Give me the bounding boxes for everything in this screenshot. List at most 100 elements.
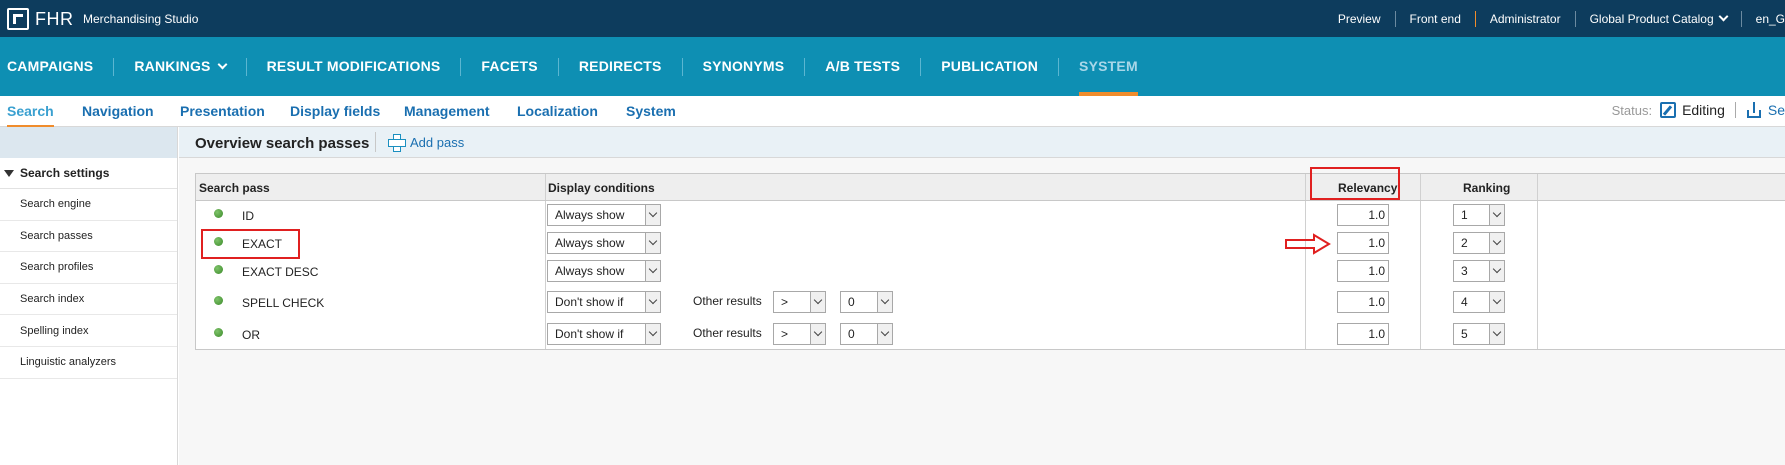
administrator-link[interactable]: Administrator	[1476, 12, 1575, 26]
status-dot-icon	[214, 209, 223, 218]
preview-link[interactable]: Preview	[1324, 12, 1395, 26]
chevron-down-icon	[1489, 261, 1504, 281]
nav-ab-tests[interactable]: A/B TESTS	[805, 37, 920, 96]
tab-management[interactable]: Management	[404, 103, 490, 119]
ranking-select[interactable]: 1	[1453, 204, 1505, 226]
operator-select[interactable]: >	[773, 291, 826, 313]
table-row: OR Don't show if Other results >0 1.0 5	[196, 317, 1785, 349]
nav-system[interactable]: SYSTEM	[1059, 37, 1158, 96]
sidebar: Search settings Search engine Search pas…	[0, 127, 178, 465]
display-condition-value: Always show	[555, 264, 625, 278]
search-pass-name: SPELL CHECK	[242, 296, 325, 310]
status-label: Status:	[1611, 102, 1653, 118]
sidebar-section-label: Search settings	[20, 166, 110, 180]
display-condition-select[interactable]: Don't show if	[547, 323, 661, 345]
locale-dropdown[interactable]: en_G	[1742, 12, 1785, 26]
tab-search[interactable]: Search	[7, 103, 54, 128]
chevron-down-icon	[877, 324, 892, 344]
nav-rankings-label: RANKINGS	[134, 58, 211, 74]
status-dot-icon	[214, 296, 223, 305]
catalog-label: Global Product Catalog	[1589, 11, 1714, 26]
nav-rankings[interactable]: RANKINGS	[114, 37, 245, 96]
display-condition-value: Don't show if	[555, 295, 624, 309]
relevancy-input[interactable]: 1.0	[1337, 291, 1389, 313]
chevron-down-icon	[877, 292, 892, 312]
status-area: Status: Editing Se	[1612, 102, 1785, 118]
nav-redirects[interactable]: REDIRECTS	[559, 37, 682, 96]
sidebar-item-search-index[interactable]: Search index	[0, 284, 177, 316]
tab-system[interactable]: System	[626, 103, 676, 119]
nav-facets[interactable]: FACETS	[461, 37, 557, 96]
nav-publication[interactable]: PUBLICATION	[921, 37, 1058, 96]
add-pass-label: Add pass	[410, 134, 465, 150]
operator-value: >	[781, 327, 789, 341]
nav-campaigns[interactable]: CAMPAIGNS	[0, 37, 113, 96]
tab-display-fields[interactable]: Display fields	[290, 103, 380, 119]
ranking-select[interactable]: 5	[1453, 323, 1505, 345]
ranking-select[interactable]: 3	[1453, 260, 1505, 282]
display-condition-select[interactable]: Don't show if	[547, 291, 661, 313]
operator-select[interactable]: >	[773, 323, 826, 345]
table-header: Search pass Display conditions Relevancy…	[196, 174, 1785, 201]
ranking-select[interactable]: 4	[1453, 291, 1505, 313]
threshold-value: 0	[848, 327, 855, 341]
tab-navigation[interactable]: Navigation	[82, 103, 154, 119]
ranking-select[interactable]: 2	[1453, 232, 1505, 254]
relevancy-input[interactable]: 1.0	[1337, 323, 1389, 345]
table-row: EXACT DESC Always show 1.0 3	[196, 257, 1785, 285]
top-right-links: Preview Front end Administrator Global P…	[1324, 0, 1785, 37]
status-dot-icon	[214, 265, 223, 274]
tab-localization[interactable]: Localization	[517, 103, 598, 119]
catalog-dropdown[interactable]: Global Product Catalog	[1576, 11, 1741, 26]
app-name: Merchandising Studio	[83, 12, 199, 26]
chevron-down-icon	[645, 233, 660, 253]
table-row: ID Always show 1.0 1	[196, 201, 1785, 229]
relevancy-input[interactable]: 1.0	[1337, 204, 1389, 226]
relevancy-input[interactable]: 1.0	[1337, 232, 1389, 254]
nav-synonyms[interactable]: SYNONYMS	[683, 37, 805, 96]
tab-presentation[interactable]: Presentation	[180, 103, 265, 119]
nav-result-modifications[interactable]: RESULT MODIFICATIONS	[247, 37, 461, 96]
main-content: Overview search passes Add pass Search p…	[179, 127, 1785, 465]
sub-nav: Search Navigation Presentation Display f…	[0, 96, 1785, 128]
relevancy-input[interactable]: 1.0	[1337, 260, 1389, 282]
other-results-label: Other results	[693, 294, 762, 308]
sidebar-item-linguistic-analyzers[interactable]: Linguistic analyzers	[0, 347, 177, 379]
threshold-select[interactable]: 0	[840, 323, 893, 345]
display-condition-select[interactable]: Always show	[547, 204, 661, 226]
other-results-label: Other results	[693, 326, 762, 340]
chevron-down-icon	[645, 205, 660, 225]
chevron-down-icon	[217, 59, 228, 70]
front-end-link[interactable]: Front end	[1396, 12, 1475, 26]
search-passes-table: Search pass Display conditions Relevancy…	[195, 173, 1785, 350]
arrow-annotation-icon	[1285, 233, 1331, 255]
table-body: ID Always show 1.0 1 EXACT Always show 1.0 2 EXA…	[196, 201, 1785, 349]
upload-icon	[1746, 102, 1762, 118]
sidebar-item-search-profiles[interactable]: Search profiles	[0, 252, 177, 284]
display-condition-select[interactable]: Always show	[547, 260, 661, 282]
chevron-down-icon	[1489, 324, 1504, 344]
chevron-down-icon	[1489, 205, 1504, 225]
sidebar-item-spelling-index[interactable]: Spelling index	[0, 315, 177, 347]
highlight-box-relevancy	[1310, 167, 1400, 200]
threshold-select[interactable]: 0	[840, 291, 893, 313]
ranking-value: 3	[1461, 264, 1468, 278]
chevron-down-icon	[1718, 11, 1729, 21]
chevron-down-icon	[645, 261, 660, 281]
display-condition-select[interactable]: Always show	[547, 232, 661, 254]
sidebar-item-search-passes[interactable]: Search passes	[0, 221, 177, 253]
column-header-ranking: Ranking	[1463, 181, 1511, 195]
plus-icon	[388, 134, 406, 152]
chevron-down-icon	[1489, 233, 1504, 253]
ranking-value: 2	[1461, 236, 1468, 250]
table-row: EXACT Always show 1.0 2	[196, 229, 1785, 257]
add-pass-button[interactable]: Add pass	[388, 134, 465, 152]
status-dot-icon	[214, 328, 223, 337]
sidebar-item-search-engine[interactable]: Search engine	[0, 189, 177, 221]
display-condition-value: Don't show if	[555, 327, 624, 341]
content-header: Overview search passes Add pass	[179, 127, 1785, 158]
publish-link[interactable]: Se	[1768, 102, 1785, 118]
sidebar-section-search-settings[interactable]: Search settings	[0, 158, 177, 189]
chevron-down-icon	[1489, 292, 1504, 312]
status-value[interactable]: Editing	[1682, 102, 1725, 118]
